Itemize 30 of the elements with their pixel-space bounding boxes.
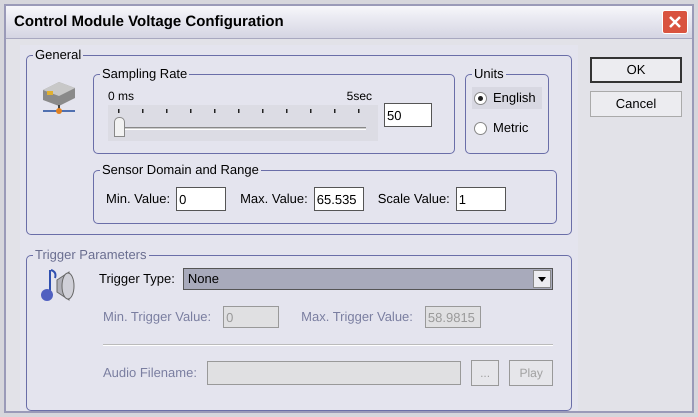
- radio-icon: [474, 122, 487, 134]
- value-field[interactable]: 0: [176, 187, 226, 211]
- group-legend: Sampling Rate: [100, 66, 190, 82]
- trigger-field-label: Min. Trigger Value:: [103, 308, 212, 326]
- dropdown-button[interactable]: [533, 270, 551, 288]
- slider-ticks-icon: [118, 109, 360, 114]
- value-field[interactable]: 65.535: [314, 187, 364, 211]
- field-label: Scale Value:: [378, 190, 450, 208]
- window-title: Control Module Voltage Configuration: [14, 12, 284, 32]
- field-label: Min. Value:: [106, 190, 170, 208]
- unit-radio[interactable]: English: [472, 87, 542, 109]
- field-label: Max. Value:: [240, 190, 308, 208]
- dialog-button[interactable]: OK: [590, 57, 682, 83]
- close-button[interactable]: [662, 10, 688, 34]
- sampling-rate-slider[interactable]: [108, 105, 378, 141]
- trigger-type-label: Trigger Type:: [99, 270, 175, 288]
- slider-max-label: 5sec: [346, 88, 372, 105]
- close-icon: [669, 16, 681, 28]
- group-legend: Trigger Parameters: [33, 247, 148, 263]
- radio-icon: [474, 92, 487, 104]
- group-legend: Sensor Domain and Range: [100, 162, 261, 178]
- sampling-rate-field[interactable]: 50: [384, 103, 432, 127]
- slider-thumb[interactable]: [114, 117, 126, 137]
- slider-min-label: 0 ms: [108, 88, 134, 105]
- audio-filename-label: Audio Filename:: [103, 364, 197, 382]
- dialog-button[interactable]: Cancel: [590, 91, 682, 117]
- value-field[interactable]: 1: [456, 187, 506, 211]
- trigger-type-dropdown[interactable]: None: [182, 268, 553, 290]
- caret-icon: [538, 276, 546, 282]
- trigger-field-label: Max. Trigger Value:: [301, 308, 413, 326]
